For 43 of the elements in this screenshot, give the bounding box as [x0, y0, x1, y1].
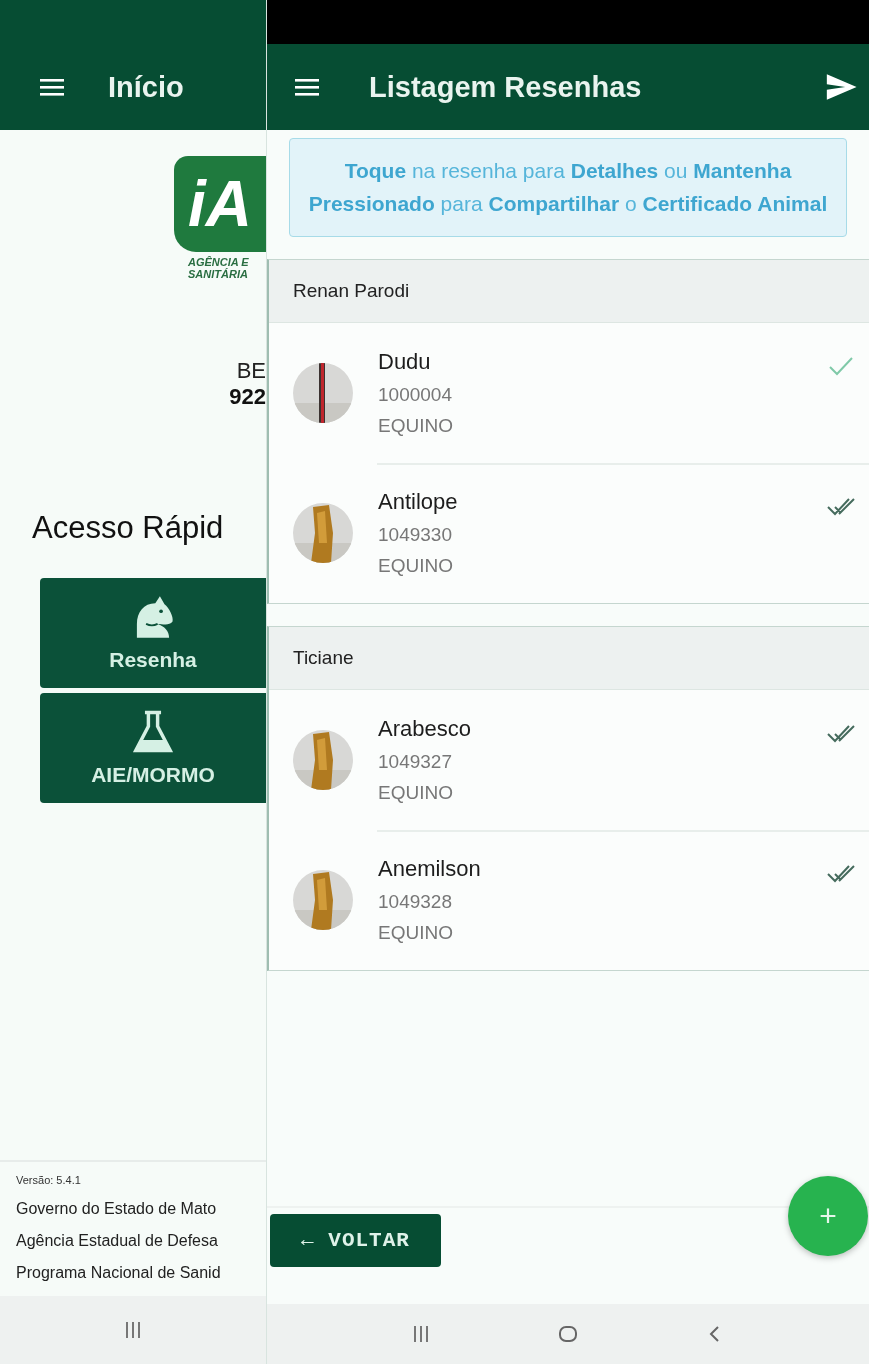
animal-species: EQUINO	[378, 782, 454, 805]
animal-list-item[interactable]: Antilope 1049330 EQUINO	[269, 463, 869, 604]
double-check-icon	[827, 722, 855, 745]
animal-name: Antilope	[378, 489, 459, 516]
user-info-text: BE	[236, 358, 266, 384]
double-check-icon	[827, 862, 855, 885]
hint-message: Toque na resenha para Detalhes ou Mantenha Pressionado para Compartilhar o Certificado Animal	[289, 138, 847, 238]
animal-name: Dudu	[378, 349, 432, 376]
animal-number: 1049330	[378, 524, 453, 547]
shortcut-button[interactable]: Resenha	[40, 578, 266, 688]
version-text: Versão: 5.4.1	[16, 1174, 82, 1186]
owner-header: Ticiane	[269, 627, 869, 691]
check-icon	[827, 355, 855, 378]
animal-list-item[interactable]: Dudu 1000004 EQUINO	[269, 323, 869, 464]
animal-list-item[interactable]: Anemilson 1049328 EQUINO	[269, 830, 869, 971]
owner-header: Renan Parodi	[269, 260, 869, 324]
animal-name: Anemilson	[378, 856, 482, 883]
footer-text: Agência Estadual de Defesa	[16, 1232, 219, 1250]
recent-apps-icon[interactable]	[123, 1320, 143, 1340]
footer-text: Programa Nacional de Sanid	[16, 1264, 222, 1282]
animal-number: 1000004	[378, 384, 453, 407]
footer-text: Governo do Estado de Mato	[16, 1200, 218, 1218]
animal-name: Arabesco	[378, 716, 472, 743]
menu-icon[interactable]	[40, 77, 64, 97]
screen-title: Início	[108, 70, 184, 104]
animal-species: EQUINO	[378, 415, 454, 438]
menu-icon[interactable]	[295, 77, 319, 97]
animal-list-item[interactable]: Arabesco 1049327 EQUINO	[269, 690, 869, 831]
animal-species: EQUINO	[378, 555, 454, 578]
double-check-icon	[827, 495, 855, 518]
section-title: Acesso Rápid	[31, 510, 225, 547]
animal-number: 1049327	[378, 751, 453, 774]
user-info-text: 922	[229, 384, 266, 410]
home-icon[interactable]	[558, 1324, 578, 1344]
animal-species: EQUINO	[378, 922, 454, 945]
logo-caption: SANITÁRIA	[188, 268, 249, 280]
back-button[interactable]: ← VOLTAR	[270, 1214, 441, 1267]
logo-caption: AGÊNCIA E	[188, 256, 250, 268]
shortcut-button[interactable]: AIE/MORMO	[40, 693, 266, 803]
logo: iA	[174, 156, 266, 252]
flask-icon	[130, 709, 176, 755]
screen-title: Listagem Resenhas	[369, 70, 643, 104]
animal-number: 1049328	[378, 891, 453, 914]
